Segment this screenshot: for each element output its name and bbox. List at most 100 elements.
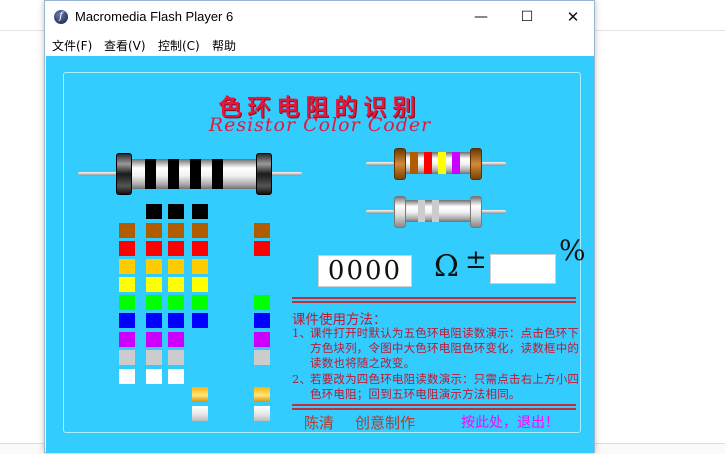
small-plain-left-cap: [394, 196, 406, 228]
small-plain-left-lead: [366, 210, 394, 214]
swatch-black-col-4[interactable]: [192, 204, 208, 219]
instruction-1-text: 课件打开时默认为五色环电阻读数演示：点击色环下方色块列，令图中大色环电阻色环变化…: [310, 326, 580, 370]
swatch-brown-col-3[interactable]: [168, 223, 184, 238]
large-resistor-band-2: [168, 159, 179, 189]
swatch-green-col-1[interactable]: [119, 295, 135, 310]
swatch-gray-col-3[interactable]: [168, 350, 184, 365]
menu-file[interactable]: 文件(F): [52, 37, 92, 54]
swatch-gray-col-1[interactable]: [119, 350, 135, 365]
instruction-2-number: 2、: [292, 372, 312, 386]
swatch-blue-col-1[interactable]: [119, 313, 135, 328]
small-four-band-resistor[interactable]: [366, 146, 506, 182]
small-4band-left-cap: [394, 148, 406, 180]
menu-view[interactable]: 查看(V): [104, 37, 146, 54]
swatch-orange-col-4[interactable]: [192, 259, 208, 274]
resistance-readout: 0000: [318, 255, 412, 287]
swatch-yellow-col-4[interactable]: [192, 277, 208, 292]
small-4band-left-lead: [366, 162, 394, 166]
swatch-brown-col-4[interactable]: [192, 223, 208, 238]
swatch-green-col-4[interactable]: [192, 295, 208, 310]
divider-bottom-1: [292, 404, 576, 406]
swatch-red-col-3[interactable]: [168, 241, 184, 256]
percent-symbol: %: [559, 234, 586, 267]
swatch-blue-col-2[interactable]: [146, 313, 162, 328]
title-bar[interactable]: f Macromedia Flash Player 6 — ☐ ✕: [45, 1, 594, 34]
app-title-english: Resistor Color Coder: [208, 114, 432, 136]
swatch-orange-col-3[interactable]: [168, 259, 184, 274]
minimize-button[interactable]: —: [458, 1, 504, 34]
small-plain-right-cap: [470, 196, 482, 228]
swatch-black-col-3[interactable]: [168, 204, 184, 219]
small-4band-band-2: [424, 152, 432, 174]
swatch-green-col-2[interactable]: [146, 295, 162, 310]
instruction-item-2: 2、 若要改为四色环电阻读数演示：只需点击右上方小四色环电阻；回到五环电阻演示方…: [292, 372, 580, 402]
swatch-gold-col-4[interactable]: [192, 387, 208, 402]
swatch-violet-col-2[interactable]: [146, 332, 162, 347]
swatch-yellow-col-2[interactable]: [146, 277, 162, 292]
swatch-brown-col-2[interactable]: [146, 223, 162, 238]
large-resistor-band-4: [212, 159, 223, 189]
swatch-red-col-1[interactable]: [119, 241, 135, 256]
flash-stage: 色环电阻的识别 Resistor Color Coder 0000 Ω ± % …: [46, 56, 594, 453]
swatch-blue-col-4[interactable]: [192, 313, 208, 328]
large-resistor-left-lead: [78, 172, 118, 176]
swatch-silver-col-4[interactable]: [192, 406, 208, 421]
swatch-blue-col-5[interactable]: [254, 313, 270, 328]
swatch-black-col-2[interactable]: [146, 204, 162, 219]
divider-top-1: [292, 297, 576, 299]
instruction-item-1: 1、 课件打开时默认为五色环电阻读数演示：点击色环下方色块列，令图中大色环电阻色…: [292, 326, 580, 371]
swatch-red-col-2[interactable]: [146, 241, 162, 256]
tolerance-readout: [490, 254, 556, 284]
window-title: Macromedia Flash Player 6: [75, 9, 234, 24]
large-resistor-left-cap: [116, 153, 132, 195]
small-4band-right-lead: [478, 162, 506, 166]
swatch-gold-col-5[interactable]: [254, 387, 270, 402]
swatch-blue-col-3[interactable]: [168, 313, 184, 328]
swatch-white-col-3[interactable]: [168, 369, 184, 384]
swatch-gray-col-2[interactable]: [146, 350, 162, 365]
ohm-symbol: Ω: [434, 249, 459, 284]
swatch-yellow-col-3[interactable]: [168, 277, 184, 292]
close-button[interactable]: ✕: [550, 1, 596, 34]
swatch-silver-col-5[interactable]: [254, 406, 270, 421]
swatch-yellow-col-1[interactable]: [119, 277, 135, 292]
small-4band-body: [394, 152, 480, 174]
small-4band-band-3: [438, 152, 446, 174]
divider-bottom-2: [292, 408, 576, 410]
swatch-red-col-4[interactable]: [192, 241, 208, 256]
quit-button[interactable]: 按此处，退出！: [461, 412, 559, 432]
small-plain-right-lead: [478, 210, 506, 214]
menu-help[interactable]: 帮助: [212, 37, 236, 54]
swatch-brown-col-5[interactable]: [254, 223, 270, 238]
menu-control[interactable]: 控制(C): [158, 37, 200, 54]
swatch-violet-col-3[interactable]: [168, 332, 184, 347]
small-4band-band-1: [410, 152, 418, 174]
large-resistor-band-3: [190, 159, 201, 189]
swatch-white-col-2[interactable]: [146, 369, 162, 384]
flash-player-window: f Macromedia Flash Player 6 — ☐ ✕ 文件(F) …: [44, 0, 595, 453]
swatch-red-col-5[interactable]: [254, 241, 270, 256]
swatch-gray-col-5[interactable]: [254, 350, 270, 365]
large-resistor-right-cap: [256, 153, 272, 195]
swatch-green-col-5[interactable]: [254, 295, 270, 310]
small-five-band-resistor[interactable]: [366, 194, 506, 230]
maximize-button[interactable]: ☐: [504, 1, 550, 34]
small-4band-right-cap: [470, 148, 482, 180]
swatch-violet-col-1[interactable]: [119, 332, 135, 347]
author-name: 陈清: [304, 414, 335, 432]
instruction-2-text: 若要改为四色环电阻读数演示：只需点击右上方小四色环电阻；回到五环电阻演示方法相同…: [310, 372, 580, 401]
swatch-violet-col-5[interactable]: [254, 332, 270, 347]
swatch-brown-col-1[interactable]: [119, 223, 135, 238]
swatch-orange-col-2[interactable]: [146, 259, 162, 274]
plus-minus-symbol: ±: [465, 245, 487, 275]
swatch-green-col-3[interactable]: [168, 295, 184, 310]
large-resistor-right-lead: [270, 172, 302, 176]
instructions-heading: 课件使用方法：: [292, 312, 387, 328]
divider-top-2: [292, 301, 576, 303]
instruction-1-number: 1、: [292, 326, 312, 340]
swatch-white-col-1[interactable]: [119, 369, 135, 384]
large-resistor-band-1: [145, 159, 156, 189]
swatch-orange-col-1[interactable]: [119, 259, 135, 274]
small-plain-band-2: [432, 200, 439, 222]
flash-player-icon: f: [54, 10, 68, 24]
